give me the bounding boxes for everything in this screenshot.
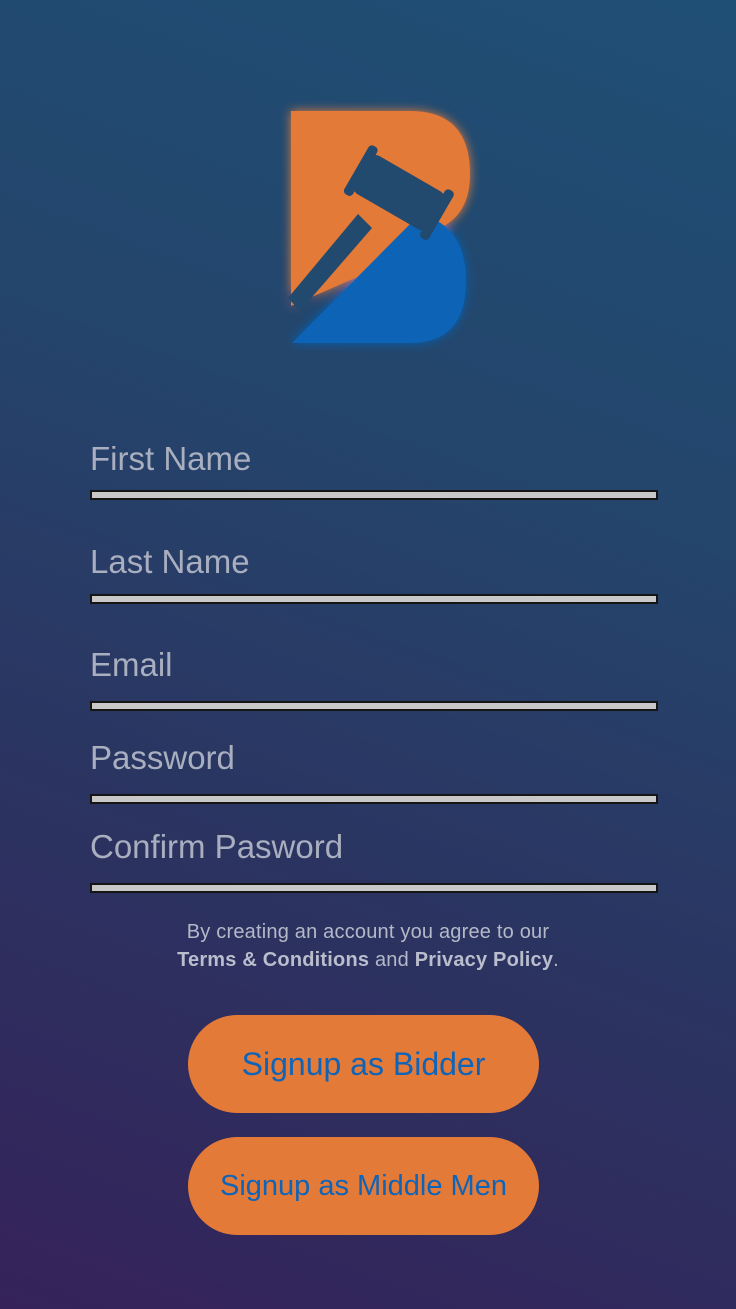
password-field[interactable]: Password <box>90 738 658 804</box>
password-label: Password <box>90 739 235 776</box>
terms-prefix: By creating an account you agree to our <box>186 921 550 943</box>
email-input-line[interactable] <box>90 701 658 711</box>
signup-bidder-button[interactable]: Signup as Bidder <box>188 1015 539 1113</box>
confirm-password-input-line[interactable] <box>90 883 658 893</box>
signup-middle-men-label: Signup as Middle Men <box>220 1169 507 1202</box>
first-name-input-line[interactable] <box>90 490 658 500</box>
last-name-field[interactable]: Last Name <box>90 542 658 606</box>
terms-conditions-link[interactable]: Terms & Conditions <box>177 949 369 971</box>
first-name-field[interactable]: First Name <box>90 440 658 502</box>
privacy-policy-link[interactable]: Privacy Policy <box>415 949 553 971</box>
email-label: Email <box>90 646 173 683</box>
confirm-password-label: Confirm Pasword <box>90 828 344 865</box>
gavel-b-logo-icon <box>260 96 490 361</box>
confirm-password-field[interactable]: Confirm Pasword <box>90 828 658 894</box>
signup-middle-men-button[interactable]: Signup as Middle Men <box>188 1137 539 1235</box>
signup-bidder-label: Signup as Bidder <box>241 1045 486 1082</box>
email-field[interactable]: Email <box>90 646 658 712</box>
last-name-label: Last Name <box>90 543 250 580</box>
password-input-line[interactable] <box>90 794 658 804</box>
terms-suffix: . <box>553 949 559 971</box>
last-name-input-line[interactable] <box>90 594 658 604</box>
terms-and-text: and <box>374 949 409 971</box>
first-name-label: First Name <box>90 440 252 477</box>
terms-notice: By creating an account you agree to our … <box>0 918 736 974</box>
